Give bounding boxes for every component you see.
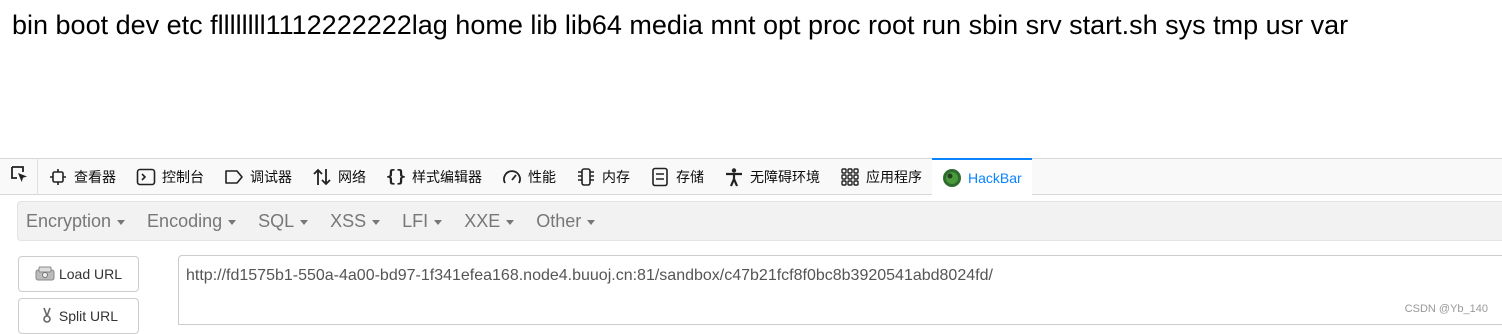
split-url-label: Split URL xyxy=(58,308,119,324)
menu-lfi[interactable]: LFI xyxy=(394,211,450,232)
devtools-toolbar: 查看器 控制台 调试器 网络 {} 样式编辑器 性能 内存 存储 无障碍环境 应… xyxy=(0,158,1502,195)
menu-xss[interactable]: XSS xyxy=(322,211,388,232)
caret-down-icon xyxy=(506,219,515,225)
watermark-text: CSDN @Yb_140 xyxy=(1404,303,1488,315)
console-icon xyxy=(136,167,156,187)
menu-encryption[interactable]: Encryption xyxy=(18,211,133,232)
url-textarea[interactable]: http://fd1575b1-550a-4a00-bd97-1f341efea… xyxy=(178,255,1502,325)
tab-application[interactable]: 应用程序 xyxy=(830,158,932,195)
load-url-icon xyxy=(35,265,55,284)
caret-down-icon xyxy=(434,219,443,225)
tab-label: 调试器 xyxy=(250,168,292,185)
hackbar-icon xyxy=(942,168,962,188)
menu-label: Other xyxy=(536,210,582,231)
debugger-icon xyxy=(224,167,244,187)
tab-label: 控制台 xyxy=(162,168,204,185)
tab-label: 应用程序 xyxy=(866,168,922,185)
tab-performance[interactable]: 性能 xyxy=(492,158,566,195)
tab-label: 内存 xyxy=(602,168,630,185)
performance-icon xyxy=(502,167,522,187)
element-picker-icon xyxy=(9,164,29,189)
storage-icon xyxy=(650,167,670,187)
network-icon xyxy=(312,167,332,187)
tab-label: 无障碍环境 xyxy=(750,168,820,185)
tab-style-editor[interactable]: {} 样式编辑器 xyxy=(376,158,492,195)
menu-sql[interactable]: SQL xyxy=(250,211,316,232)
split-url-button[interactable]: Split URL xyxy=(18,298,139,334)
element-picker-button[interactable] xyxy=(0,158,38,195)
caret-down-icon xyxy=(117,219,126,225)
tab-hackbar[interactable]: HackBar xyxy=(932,158,1032,195)
tab-accessibility[interactable]: 无障碍环境 xyxy=(714,158,830,195)
menu-label: Encoding xyxy=(147,210,223,231)
load-url-label: Load URL xyxy=(58,266,123,282)
inspector-icon xyxy=(48,167,68,187)
tab-memory[interactable]: 内存 xyxy=(566,158,640,195)
tab-label: 样式编辑器 xyxy=(412,168,482,185)
menu-encoding[interactable]: Encoding xyxy=(139,211,244,232)
tab-storage[interactable]: 存储 xyxy=(640,158,714,195)
tab-label: 性能 xyxy=(528,168,556,185)
menu-label: SQL xyxy=(258,210,295,231)
caret-down-icon xyxy=(228,219,237,225)
tab-inspector[interactable]: 查看器 xyxy=(38,158,126,195)
tab-network[interactable]: 网络 xyxy=(302,158,376,195)
style-editor-icon: {} xyxy=(385,166,407,187)
tab-label: HackBar xyxy=(968,169,1022,186)
hackbar-menubar: Encryption Encoding SQL XSS LFI XXE Othe… xyxy=(17,201,1502,241)
menu-label: LFI xyxy=(402,210,429,231)
menu-label: XXE xyxy=(464,210,501,231)
page-output-text: bin boot dev etc fllllllll1112222222lag … xyxy=(12,10,1349,40)
tab-label: 存储 xyxy=(676,168,704,185)
tab-debugger[interactable]: 调试器 xyxy=(214,158,302,195)
load-url-button[interactable]: Load URL xyxy=(18,256,139,292)
menu-xxe[interactable]: XXE xyxy=(456,211,522,232)
tab-label: 查看器 xyxy=(74,168,116,185)
memory-icon xyxy=(576,167,596,187)
split-url-icon xyxy=(39,306,55,327)
application-icon xyxy=(840,167,860,187)
caret-down-icon xyxy=(300,219,309,225)
caret-down-icon xyxy=(372,219,381,225)
menu-label: XSS xyxy=(330,210,367,231)
menu-label: Encryption xyxy=(26,210,112,231)
accessibility-icon xyxy=(724,167,744,187)
hackbar-panel: Encryption Encoding SQL XSS LFI XXE Othe… xyxy=(0,195,1502,334)
tab-console[interactable]: 控制台 xyxy=(126,158,214,195)
caret-down-icon xyxy=(587,219,596,225)
tab-label: 网络 xyxy=(338,168,366,185)
menu-other[interactable]: Other xyxy=(528,211,603,232)
